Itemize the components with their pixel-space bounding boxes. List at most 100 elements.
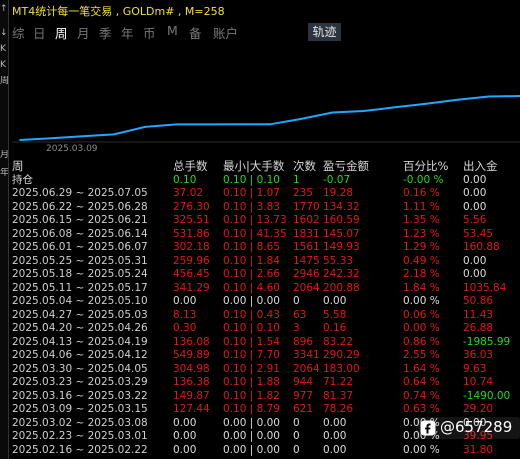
cell-count: 621 <box>293 403 314 415</box>
cell-flow: 0.00 <box>463 254 487 267</box>
cell-count: 1 <box>293 174 300 186</box>
cell-flow: -1985.99 <box>463 335 511 348</box>
equity-point <box>425 102 428 105</box>
cell-period: 2025.04.27 ~ 2025.05.03 <box>12 308 148 321</box>
cell-pnl: 290.29 <box>323 349 360 361</box>
table-row[interactable]: 2025.05.25 ~ 2025.05.31 259.96 0.10 | 1.84… <box>12 255 520 268</box>
equity-series-line <box>19 95 520 141</box>
table-row[interactable]: 2025.03.23 ~ 2025.03.29 136.38 0.10 | 1.88… <box>12 376 520 389</box>
cell-period: 2025.04.13 ~ 2025.04.19 <box>12 335 148 348</box>
tab-1[interactable]: 日 <box>33 23 46 42</box>
cell-pct: -0.00 % <box>403 174 444 186</box>
cell-count: 3341 <box>293 349 320 361</box>
cell-period: 2025.06.29 ~ 2025.07.05 <box>12 187 148 199</box>
watermark: @657289 <box>416 417 520 439</box>
table-row[interactable]: 2025.03.30 ~ 2025.04.05 304.98 0.10 | 2.91… <box>12 363 520 376</box>
cell-pnl: 0.00 <box>323 416 347 429</box>
cell-period: 2025.05.11 ~ 2025.05.17 <box>12 281 148 294</box>
cell-pnl: 5.58 <box>323 308 347 321</box>
cell-pnl: 0.16 <box>323 322 347 334</box>
table-row[interactable]: 2025.03.09 ~ 2025.03.15 127.44 0.10 | 8.79… <box>12 403 520 416</box>
left-strip-glyph[interactable]: K <box>0 60 8 70</box>
tab-5[interactable]: 年 <box>121 23 134 42</box>
cell-count: 0 <box>293 416 300 429</box>
equity-point <box>394 106 396 109</box>
cell-flow: 0.00 <box>463 174 487 186</box>
equity-point <box>237 123 240 126</box>
cell-period: 2025.04.20 ~ 2025.04.26 <box>12 322 148 334</box>
tab-8[interactable]: 备 <box>189 23 202 42</box>
cell-pnl: 200.88 <box>323 281 360 294</box>
left-strip-glyph[interactable]: 年 <box>0 168 8 178</box>
cell-period: 2025.03.23 ~ 2025.03.29 <box>12 376 148 388</box>
cell-pct: 0.63 % <box>403 403 440 415</box>
cell-minmax: 0.10 | 8.79 <box>223 403 280 415</box>
table-row[interactable]: 2025.05.04 ~ 2025.05.10 0.00 0.00 | 0.00 0 0… <box>12 295 520 308</box>
cell-total: 136.08 <box>173 335 210 348</box>
cell-pnl: 83.22 <box>323 335 354 348</box>
tab-6[interactable]: 币 <box>143 23 156 42</box>
cell-minmax: 0.10 | 1.82 <box>223 389 280 402</box>
window-title: MT4统计每一笔交易 , GOLDm# , M=258 <box>12 5 225 18</box>
table-row[interactable]: 2025.03.16 ~ 2025.03.22 149.87 0.10 | 1.82… <box>12 390 520 403</box>
left-strip-glyph[interactable]: ↑ <box>0 4 8 14</box>
equity-point <box>50 137 53 139</box>
cell-pct: 1.84 % <box>403 281 440 294</box>
cell-pct: 1.11 % <box>403 200 440 213</box>
cell-pnl: 55.33 <box>323 254 354 267</box>
tab-0[interactable]: 综 <box>12 23 25 42</box>
table-row[interactable]: 2025.06.01 ~ 2025.06.07 302.18 0.10 | 8.65… <box>12 241 520 254</box>
cell-total: 0.00 <box>173 416 197 429</box>
cell-count: 1475 <box>293 254 320 267</box>
table-row[interactable]: 2025.06.15 ~ 2025.06.21 325.51 0.10 | 13.7… <box>12 214 520 227</box>
equity-point <box>144 126 146 128</box>
equity-point <box>175 123 178 126</box>
table-row[interactable]: 2025.04.27 ~ 2025.05.03 8.13 0.10 | 0.43 63… <box>12 309 520 322</box>
cell-total: 136.38 <box>173 376 210 388</box>
cell-total: 149.87 <box>173 389 210 402</box>
table-row[interactable]: 2025.06.22 ~ 2025.06.28 276.30 0.10 | 3.83… <box>12 201 520 214</box>
equity-point <box>19 139 21 141</box>
cell-minmax: 0.10 | 1.88 <box>223 376 280 388</box>
cell-total: 259.96 <box>173 254 210 267</box>
equity-point <box>487 95 490 98</box>
cell-period: 2025.03.16 ~ 2025.03.22 <box>12 389 148 402</box>
table-row[interactable]: 2025.05.18 ~ 2025.05.24 456.45 0.10 | 2.66… <box>12 268 520 281</box>
cell-pnl: 0.00 <box>323 443 347 456</box>
cell-count: 1831 <box>293 227 320 240</box>
cell-pct: 0.86 % <box>403 335 440 348</box>
cell-total: 0.10 <box>173 174 197 186</box>
cell-count: 2064 <box>293 281 320 294</box>
cell-minmax: 0.00 | 0.00 <box>223 416 280 429</box>
cell-count: 1561 <box>293 241 320 253</box>
left-strip-glyph[interactable]: 月 <box>0 150 8 160</box>
table-row[interactable]: 2025.06.29 ~ 2025.07.05 37.02 0.10 | 1.07 2… <box>12 187 520 200</box>
table-row[interactable]: 2025.02.16 ~ 2025.02.22 0.00 0.00 | 0.00 0 0… <box>12 444 520 457</box>
cell-count: 235 <box>293 187 314 199</box>
cell-pnl: 183.00 <box>323 362 360 375</box>
cell-count: 896 <box>293 335 314 348</box>
table-row[interactable]: 2025.05.11 ~ 2025.05.17 341.29 0.10 | 4.60… <box>12 282 520 295</box>
left-strip-glyph[interactable]: 周 <box>0 76 8 86</box>
trajectory-button[interactable]: 轨迹 <box>308 23 341 41</box>
table-row[interactable]: 2025.04.13 ~ 2025.04.19 136.08 0.10 | 1.54… <box>12 336 520 349</box>
cell-count: 2064 <box>293 362 320 375</box>
tab-2[interactable]: 周 <box>55 23 68 42</box>
left-strip-glyph[interactable]: ↓ <box>0 28 8 38</box>
app-logo-icon <box>420 420 436 436</box>
table-row[interactable]: 2025.04.20 ~ 2025.04.26 0.30 0.10 | 0.10 3 0… <box>12 322 520 335</box>
tab-9[interactable]: 账户 <box>213 23 238 42</box>
tab-4[interactable]: 季 <box>99 23 112 42</box>
cell-minmax: 0.10 | 0.10 <box>223 322 280 334</box>
cell-pct: 1.23 % <box>403 227 440 240</box>
cell-count: 2946 <box>293 268 320 280</box>
holding-row[interactable]: 持仓 0.10 0.10 | 0.10 1 -0.07 -0.00 % 0.00 <box>12 174 520 187</box>
cell-minmax: 最小|大手数 <box>223 159 285 173</box>
cell-minmax: 0.10 | 0.43 <box>223 308 280 321</box>
left-strip-glyph[interactable]: K <box>0 44 8 54</box>
tab-3[interactable]: 月 <box>77 23 90 42</box>
tab-7[interactable]: M <box>167 23 178 38</box>
table-row[interactable]: 2025.04.06 ~ 2025.04.12 549.89 0.10 | 7.70… <box>12 349 520 362</box>
table-row[interactable]: 2025.06.08 ~ 2025.06.14 531.86 0.10 | 41.3… <box>12 228 520 241</box>
cell-pct: 1.29 % <box>403 241 440 253</box>
